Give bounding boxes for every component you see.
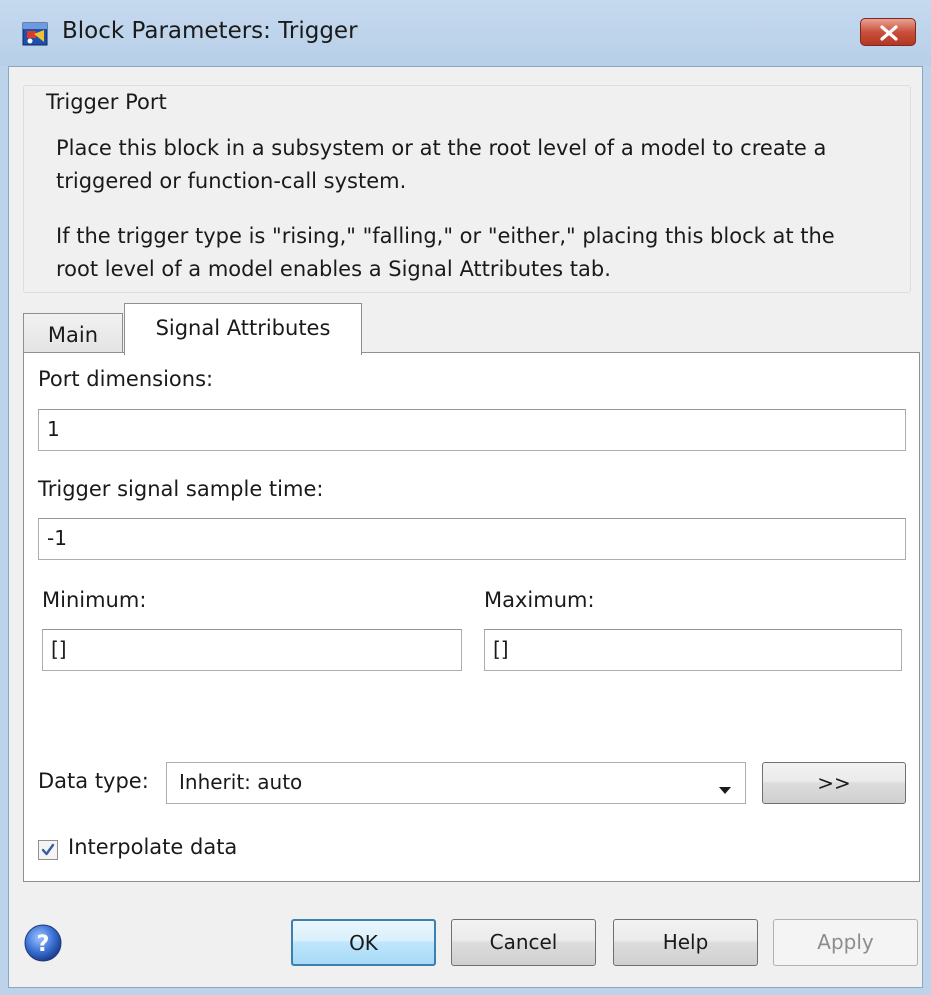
data-type-value: Inherit: auto (179, 770, 303, 794)
help-button[interactable]: Help (613, 919, 758, 966)
group-title: Trigger Port (40, 90, 173, 114)
sample-time-label: Trigger signal sample time: (38, 477, 324, 501)
data-type-assistant-button[interactable]: >> (762, 762, 906, 804)
minimum-input[interactable]: [] (42, 629, 462, 671)
interpolate-checkbox[interactable] (38, 840, 58, 860)
title-bar[interactable]: Block Parameters: Trigger (0, 0, 931, 66)
description-line: If the trigger type is "rising," "fallin… (56, 224, 835, 248)
close-icon (880, 25, 898, 41)
simulink-block-icon (22, 22, 48, 46)
signal-attributes-panel: Port dimensions: 1 Trigger signal sample… (23, 352, 920, 882)
description-line: triggered or function-call system. (56, 169, 407, 193)
dialog-body: Trigger Port Place this block in a subsy… (8, 66, 923, 988)
cancel-button[interactable]: Cancel (451, 919, 596, 966)
checkmark-icon (41, 843, 55, 856)
data-type-label: Data type: (38, 769, 149, 793)
description-line: root level of a model enables a Signal A… (56, 257, 611, 281)
maximum-label: Maximum: (484, 588, 595, 612)
trigger-port-group: Trigger Port Place this block in a subsy… (23, 85, 911, 293)
chevron-down-icon (719, 780, 731, 799)
maximum-input[interactable]: [] (484, 629, 902, 671)
apply-button[interactable]: Apply (773, 919, 918, 966)
svg-text:?: ? (37, 932, 50, 957)
port-dimensions-label: Port dimensions: (38, 367, 214, 391)
close-button[interactable] (860, 18, 916, 46)
dialog-window: Block Parameters: Trigger Trigger Port P… (0, 0, 931, 995)
port-dimensions-input[interactable]: 1 (38, 409, 906, 451)
description-line: Place this block in a subsystem or at th… (56, 136, 827, 160)
window-title: Block Parameters: Trigger (62, 18, 358, 44)
help-icon[interactable]: ? (23, 923, 63, 963)
data-type-dropdown[interactable]: Inherit: auto (166, 762, 746, 804)
tab-bar: Main Signal Attributes (23, 303, 911, 355)
minimum-label: Minimum: (42, 588, 147, 612)
interpolate-label[interactable]: Interpolate data (68, 835, 237, 859)
ok-button[interactable]: OK (291, 919, 436, 966)
tab-main[interactable]: Main (23, 313, 123, 354)
tab-signal-attributes[interactable]: Signal Attributes (124, 303, 362, 355)
sample-time-input[interactable]: -1 (38, 518, 906, 560)
